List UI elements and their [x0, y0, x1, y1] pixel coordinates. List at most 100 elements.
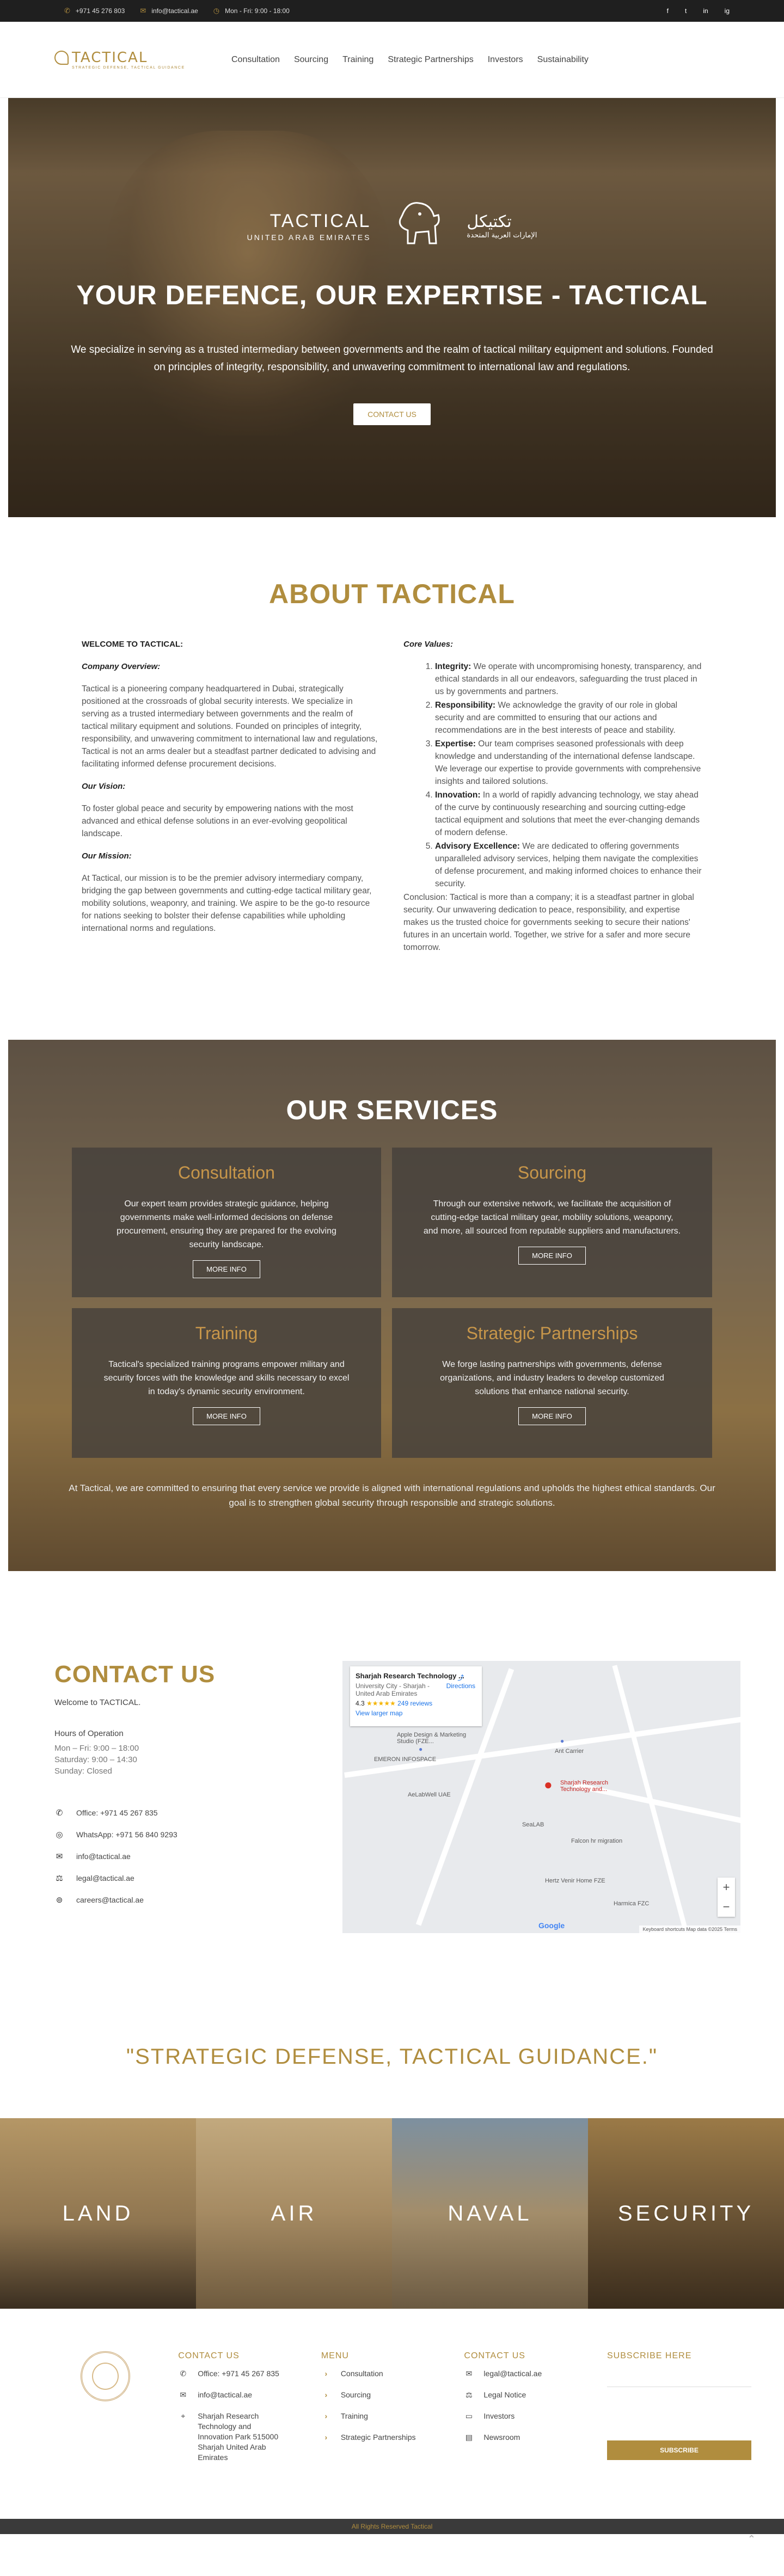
legal-icon: ⚖	[465, 2390, 473, 2399]
training-more-info-button[interactable]: MORE INFO	[193, 1407, 260, 1425]
zoom-in-button[interactable]: +	[718, 1878, 735, 1897]
vision-label: Our Vision:	[82, 782, 126, 791]
footer-email[interactable]: ✉ info@tactical.ae	[178, 2390, 321, 2400]
view-larger-map-link[interactable]: View larger map	[356, 1709, 476, 1717]
value-item: Advisory Excellence: We are dedicated to…	[435, 840, 702, 890]
contact-title: CONTACT US	[54, 1661, 216, 1688]
contact-list: ✆ Office: +971 45 267 835 ◎ WhatsApp: +971…	[54, 1802, 332, 1911]
hero-logo-en-sub: UNITED ARAB EMIRATES	[247, 232, 371, 242]
footer-legal-notice[interactable]: ⚖ Legal Notice	[464, 2390, 607, 2400]
service-title: Strategic Partnerships	[466, 1323, 638, 1343]
chevron-right-icon: ›	[324, 2369, 328, 2378]
domain-tiles: LAND AIR NAVAL SECURITY	[0, 2118, 784, 2309]
service-card-sourcing: Sourcing Through our extensive network, …	[392, 1148, 712, 1297]
domain-tile-air[interactable]: AIR	[196, 2118, 392, 2309]
services-section: OUR SERVICES Consultation Our expert tea…	[8, 1040, 776, 1571]
hours-of-operation: Hours of Operation Mon – Fri: 9:00 – 18:…	[54, 1729, 139, 1776]
contact-office-phone[interactable]: ✆ Office: +971 45 267 835	[54, 1802, 332, 1824]
footer-address: ⌖ Sharjah Research Technology and Innovat…	[178, 2411, 321, 2463]
domain-tile-security[interactable]: SECURITY	[588, 2118, 784, 2309]
contact-legal-email[interactable]: ⚖ legal@tactical.ae	[54, 1867, 332, 1889]
value-item: Integrity: We operate with uncompromisin…	[435, 660, 702, 698]
logo-mark-icon	[54, 51, 69, 65]
domain-tile-land[interactable]: LAND	[0, 2118, 196, 2309]
nav-strategic-partnerships[interactable]: Strategic Partnerships	[388, 55, 473, 65]
nav-sustainability[interactable]: Sustainability	[537, 55, 589, 65]
nav-training[interactable]: Training	[342, 55, 373, 65]
service-title: Sourcing	[517, 1163, 587, 1182]
main-nav: Consultation Sourcing Training Strategic…	[231, 55, 589, 65]
mail-icon: ✉	[180, 2390, 187, 2399]
facebook-icon[interactable]: f	[667, 7, 669, 15]
service-text: Tactical's specialized training programs…	[103, 1360, 350, 1396]
hero-logo-ar-sub: الإمارات العربية المتحدة	[467, 231, 537, 240]
contact-careers-email[interactable]: ⊚ careers@tactical.ae	[54, 1889, 332, 1911]
site-footer: CONTACT US ✆ Office: +971 45 267 835 ✉ inf…	[0, 2309, 784, 2519]
value-item: Innovation: In a world of rapidly advanc…	[435, 789, 702, 839]
map-marker-icon[interactable]: ●	[560, 1737, 564, 1745]
google-logo: Google	[538, 1921, 565, 1930]
service-text: Our expert team provides strategic guida…	[117, 1199, 336, 1249]
footer-contact2-column: CONTACT US ✉ legal@tactical.ae ⚖ Legal Not…	[464, 2351, 607, 2519]
chevron-right-icon: ›	[324, 2412, 328, 2420]
mail-icon: ✉	[140, 7, 146, 15]
clock-icon: ◷	[213, 7, 220, 15]
about-title: ABOUT TACTICAL	[269, 579, 515, 609]
footer-newsroom[interactable]: ▤ Newsroom	[464, 2432, 607, 2443]
mail-icon: ✉	[56, 1852, 63, 1861]
domain-tile-naval[interactable]: NAVAL	[392, 2118, 588, 2309]
directions-icon: ⤴	[457, 1674, 464, 1682]
contact-whatsapp[interactable]: ◎ WhatsApp: +971 56 840 9293	[54, 1824, 332, 1845]
map-marker-icon[interactable]: ●	[419, 1745, 422, 1753]
overview-label: Company Overview:	[82, 662, 161, 671]
map-reviews-link[interactable]: 249 reviews	[397, 1700, 432, 1707]
footer-phone[interactable]: ✆ Office: +971 45 267 835	[178, 2369, 321, 2379]
location-pin-icon[interactable]: ●	[544, 1776, 553, 1793]
footer-legal-email[interactable]: ✉ legal@tactical.ae	[464, 2369, 607, 2379]
topbar-hours: ◷ Mon - Fri: 9:00 - 18:00	[213, 7, 290, 15]
contact-welcome: Welcome to TACTICAL.	[54, 1698, 141, 1707]
topbar-email[interactable]: ✉ info@tactical.ae	[140, 7, 198, 15]
nav-investors[interactable]: Investors	[488, 55, 523, 65]
footer-menu-sourcing[interactable]: › Sourcing	[321, 2390, 464, 2400]
hero-contact-button[interactable]: CONTACT US	[353, 403, 431, 425]
map-directions-button[interactable]: ⤴ Directions	[446, 1673, 475, 1690]
partnerships-more-info-button[interactable]: MORE INFO	[518, 1407, 586, 1425]
hero-title: YOUR DEFENCE, OUR EXPERTISE - TACTICAL	[76, 280, 708, 310]
phone-icon: ✆	[56, 1808, 63, 1818]
chevron-right-icon: ›	[324, 2390, 328, 2399]
instagram-icon[interactable]: ig	[725, 7, 730, 15]
subscribe-email-input[interactable]	[607, 2369, 751, 2387]
conclusion-text: Conclusion: Tactical is more than a comp…	[403, 893, 694, 952]
legal-icon: ⚖	[56, 1874, 63, 1883]
footer-menu-column: MENU › Consultation › Sourcing › Training ›…	[321, 2351, 464, 2519]
nav-sourcing[interactable]: Sourcing	[294, 55, 328, 65]
contact-info-email[interactable]: ✉ info@tactical.ae	[54, 1845, 332, 1867]
embedded-map[interactable]: Sharjah Research Technology ... Universi…	[342, 1661, 740, 1933]
topbar-phone[interactable]: ✆ +971 45 276 803	[64, 7, 125, 15]
footer-menu-consultation[interactable]: › Consultation	[321, 2369, 464, 2379]
whatsapp-icon: ◎	[56, 1830, 63, 1839]
brand-logo[interactable]: TACTICAL STRATEGIC DEFENSE, TACTICAL GUI…	[54, 50, 231, 70]
consultation-more-info-button[interactable]: MORE INFO	[193, 1260, 260, 1278]
service-card-strategic-partnerships: Strategic Partnerships We forge lasting …	[392, 1308, 712, 1458]
footer-menu-partnerships[interactable]: › Strategic Partnerships	[321, 2432, 464, 2443]
phone-icon: ✆	[64, 7, 70, 15]
back-to-top-icon[interactable]: ⌃	[748, 2534, 756, 2545]
twitter-icon[interactable]: t	[685, 7, 687, 15]
nav-consultation[interactable]: Consultation	[231, 55, 280, 65]
service-title: Consultation	[178, 1163, 275, 1182]
vision-text: To foster global peace and security by e…	[82, 804, 353, 838]
services-footer-text: At Tactical, we are committed to ensurin…	[69, 1483, 715, 1508]
footer-investors[interactable]: ▭ Investors	[464, 2411, 607, 2421]
sourcing-more-info-button[interactable]: MORE INFO	[518, 1247, 586, 1265]
zoom-out-button[interactable]: −	[718, 1897, 735, 1917]
values-list: Integrity: We operate with uncompromisin…	[403, 660, 702, 890]
value-item: Responsibility: We acknowledge the gravi…	[435, 699, 702, 737]
overview-text: Tactical is a pioneering company headqua…	[82, 684, 378, 769]
hero-logo: TACTICAL UNITED ARAB EMIRATES تكتيكل الإ…	[8, 193, 776, 259]
map-attribution[interactable]: Keyboard shortcuts Map data ©2025 Terms	[639, 1925, 740, 1933]
subscribe-button[interactable]: SUBSCRIBE	[607, 2440, 751, 2460]
footer-menu-training[interactable]: › Training	[321, 2411, 464, 2421]
linkedin-icon[interactable]: in	[703, 7, 708, 15]
